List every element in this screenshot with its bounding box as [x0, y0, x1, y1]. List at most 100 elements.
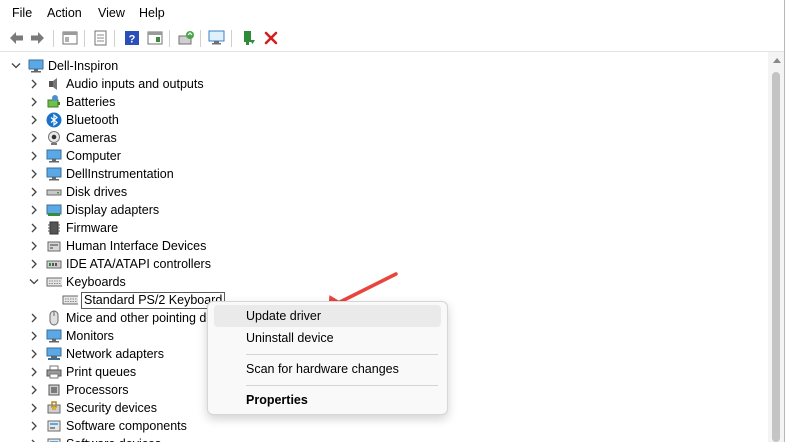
chevron-right-icon[interactable]	[28, 97, 40, 107]
chevron-right-icon[interactable]	[28, 151, 40, 161]
properties-label: Properties	[246, 393, 308, 407]
forward-arrow-icon[interactable]	[28, 29, 48, 47]
chevron-down-icon[interactable]	[10, 62, 22, 70]
tree-category-item[interactable]: Display adapters	[28, 201, 159, 219]
printer-icon	[46, 364, 62, 380]
network-icon	[46, 346, 62, 362]
menu-action[interactable]: Action	[47, 6, 82, 20]
tree-category-item[interactable]: Batteries	[28, 93, 115, 111]
tree-category-item[interactable]: Firmware	[28, 219, 118, 237]
hid-icon	[46, 238, 62, 254]
tree-category-label: Audio inputs and outputs	[66, 77, 204, 91]
tree-category-item[interactable]: Disk drives	[28, 183, 127, 201]
tree-category-label: Cameras	[66, 131, 117, 145]
chevron-right-icon[interactable]	[28, 421, 40, 431]
uninstall-device-menu-item[interactable]: Uninstall device	[214, 327, 441, 349]
help-icon[interactable]: ?	[122, 29, 142, 47]
tree-category-label: Print queues	[66, 365, 137, 379]
tree-root[interactable]: Dell-Inspiron	[10, 57, 118, 75]
tree-category-item[interactable]: Software components	[28, 417, 187, 435]
chevron-right-icon[interactable]	[28, 331, 40, 341]
tree-category-item[interactable]: Network adapters	[28, 345, 164, 363]
menu-file[interactable]: File	[12, 6, 32, 20]
tree-category-item[interactable]: Computer	[28, 147, 121, 165]
chevron-right-icon[interactable]	[28, 313, 40, 323]
back-arrow-icon[interactable]	[6, 29, 26, 47]
chevron-right-icon[interactable]	[28, 79, 40, 89]
tree-category-item[interactable]: Security devices	[28, 399, 157, 417]
chevron-right-icon[interactable]	[28, 385, 40, 395]
menu-separator	[246, 385, 438, 386]
chevron-right-icon[interactable]	[28, 349, 40, 359]
update-driver-icon[interactable]	[176, 29, 196, 47]
tree-category-label: Disk drives	[66, 185, 128, 199]
chevron-right-icon[interactable]	[28, 169, 40, 179]
tree-device-item[interactable]: Standard PS/2 Keyboard	[62, 291, 226, 309]
tree-category-item[interactable]: Human Interface Devices	[28, 237, 206, 255]
tree-category-item[interactable]: DellInstrumentation	[28, 165, 174, 183]
tree-category-label: Monitors	[66, 329, 114, 343]
properties-icon[interactable]	[90, 29, 110, 47]
tree-category-item[interactable]: Bluetooth	[28, 111, 119, 129]
properties-menu-item[interactable]: Properties	[214, 389, 441, 411]
tree-category-item[interactable]: Monitors	[28, 327, 114, 345]
update-driver-menu-item[interactable]: Update driver	[214, 305, 441, 327]
tree-category-item[interactable]: Audio inputs and outputs	[28, 75, 204, 93]
chevron-right-icon[interactable]	[28, 115, 40, 125]
disk-icon	[46, 184, 62, 200]
show-hide-tree-icon[interactable]	[60, 29, 80, 47]
chevron-right-icon[interactable]	[28, 205, 40, 215]
tree-category-label: Batteries	[66, 95, 116, 109]
chevron-right-icon[interactable]	[28, 241, 40, 251]
tree-category-item[interactable]: Processors	[28, 381, 129, 399]
scan-hardware-icon[interactable]	[207, 29, 227, 47]
menu-help[interactable]: Help	[139, 6, 165, 20]
tree-category-item[interactable]: Mice and other pointing de	[28, 309, 213, 327]
tree-category-item[interactable]: Print queues	[28, 363, 136, 381]
tree-category-item[interactable]: Keyboards	[28, 273, 126, 291]
keyboard-icon	[46, 274, 62, 290]
mouse-icon	[46, 310, 62, 326]
scroll-up-icon[interactable]	[773, 58, 781, 63]
scroll-thumb[interactable]	[772, 72, 780, 442]
scan-hardware-menu-item[interactable]: Scan for hardware changes	[214, 358, 441, 380]
toolbar-separator	[200, 30, 201, 47]
chevron-right-icon[interactable]	[28, 259, 40, 269]
tree-category-item[interactable]: IDE ATA/ATAPI controllers	[28, 255, 211, 273]
cpu-icon	[46, 382, 62, 398]
chevron-right-icon[interactable]	[28, 187, 40, 197]
uninstall-device-label: Uninstall device	[246, 331, 334, 345]
tree-category-label: Human Interface Devices	[66, 239, 207, 253]
tree-category-label: Network adapters	[66, 347, 164, 361]
vertical-scrollbar[interactable]	[768, 52, 785, 442]
chevron-right-icon[interactable]	[28, 133, 40, 143]
ide-icon	[46, 256, 62, 272]
chevron-right-icon[interactable]	[28, 367, 40, 377]
context-menu: Update driver Uninstall device Scan for …	[207, 301, 448, 415]
tree-category-label: Computer	[66, 149, 121, 163]
toolbar-separator	[84, 30, 85, 47]
tree-category-item[interactable]: Cameras	[28, 129, 117, 147]
action-pane-icon[interactable]	[145, 29, 165, 47]
monitor-icon	[46, 166, 62, 182]
tree-category-label: Security devices	[66, 401, 158, 415]
speaker-icon	[46, 76, 62, 92]
uninstall-device-icon[interactable]	[261, 29, 281, 47]
toolbar-separator	[169, 30, 170, 47]
tree-category-label: Software components	[66, 419, 187, 433]
tree-category-label: Bluetooth	[66, 113, 119, 127]
chevron-down-icon[interactable]	[28, 278, 40, 286]
toolbar-separator	[114, 30, 115, 47]
tree-category-label: Processors	[66, 383, 129, 397]
tree-category-label: Firmware	[66, 221, 119, 235]
chevron-right-icon[interactable]	[28, 403, 40, 413]
tree-category-item[interactable]: Software devices	[28, 435, 161, 442]
chevron-right-icon[interactable]	[28, 223, 40, 233]
chip-icon	[46, 220, 62, 236]
enable-device-icon[interactable]	[238, 29, 258, 47]
menu-bar: File Action View Help	[0, 0, 785, 26]
tree-category-label: Mice and other pointing de	[66, 311, 214, 325]
menu-view[interactable]: View	[98, 6, 125, 20]
tree-root-label: Dell-Inspiron	[48, 59, 119, 73]
tree-category-label: IDE ATA/ATAPI controllers	[66, 257, 211, 271]
